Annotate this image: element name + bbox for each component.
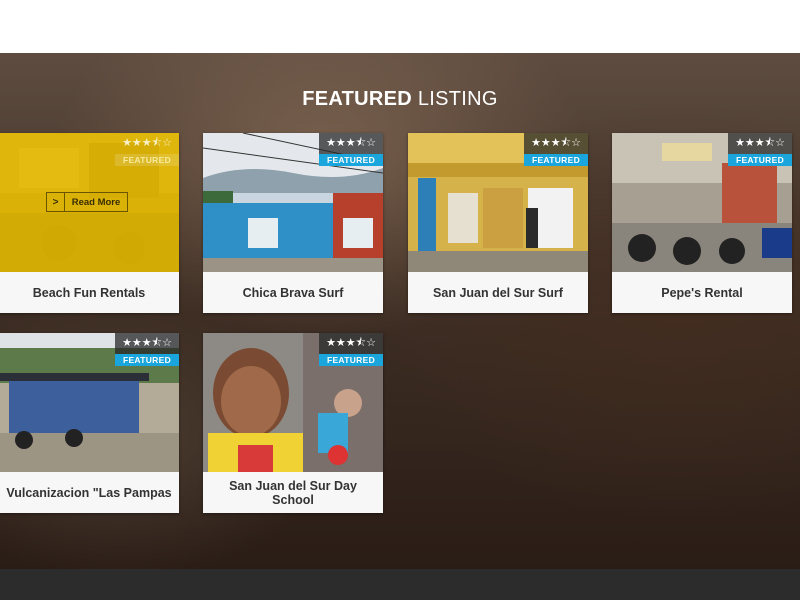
read-more-button[interactable]: > Read More: [46, 192, 128, 212]
listing-card[interactable]: ★★★⯪☆ FEATURED Chica Brava Surf: [203, 133, 383, 313]
listing-title[interactable]: Chica Brava Surf: [203, 272, 383, 313]
top-bar: [0, 0, 800, 53]
listing-card[interactable]: ★★★⯪☆ FEATURED Pepe's Rental: [612, 133, 792, 313]
read-more-label: Read More: [71, 196, 121, 208]
star-rating: ★★★⯪☆: [524, 133, 588, 154]
featured-badge: FEATURED: [319, 154, 383, 166]
heading-light: LISTING: [417, 88, 498, 110]
featured-badge: FEATURED: [524, 154, 588, 166]
star-rating: ★★★⯪☆: [728, 133, 792, 154]
star-rating: ★★★⯪☆: [319, 333, 383, 354]
listing-card[interactable]: ★★★⯪☆ FEATURED San Juan del Sur Surf: [408, 133, 588, 313]
listing-title[interactable]: Beach Fun Rentals: [0, 272, 179, 313]
star-rating: ★★★⯪☆: [319, 133, 383, 154]
listing-title[interactable]: San Juan del Sur Day School: [203, 472, 383, 513]
featured-badge: FEATURED: [115, 354, 179, 366]
star-rating: ★★★⯪☆: [115, 333, 179, 354]
listing-title[interactable]: San Juan del Sur Surf: [408, 272, 588, 313]
featured-badge: FEATURED: [728, 154, 792, 166]
star-rating: ★★★⯪☆: [122, 136, 172, 149]
chevron-right-icon: >: [47, 193, 65, 211]
footer-bar: [0, 569, 800, 600]
listing-title[interactable]: Pepe's Rental: [612, 272, 792, 313]
listing-card[interactable]: ★★★⯪☆ FEATURED San Juan del Sur Day Scho…: [203, 333, 383, 513]
heading-strong: FEATURED: [302, 88, 413, 110]
section-heading: FEATURED LISTING: [0, 88, 800, 111]
listing-card[interactable]: > Read More ★★★⯪☆ FEATURED Beach Fun Ren…: [0, 133, 179, 313]
listing-card[interactable]: ★★★⯪☆ FEATURED Vulcanizacion "Las Pampas: [0, 333, 179, 513]
listing-title[interactable]: Vulcanizacion "Las Pampas: [0, 472, 179, 513]
featured-badge: FEATURED: [115, 154, 179, 166]
featured-badge: FEATURED: [319, 354, 383, 366]
